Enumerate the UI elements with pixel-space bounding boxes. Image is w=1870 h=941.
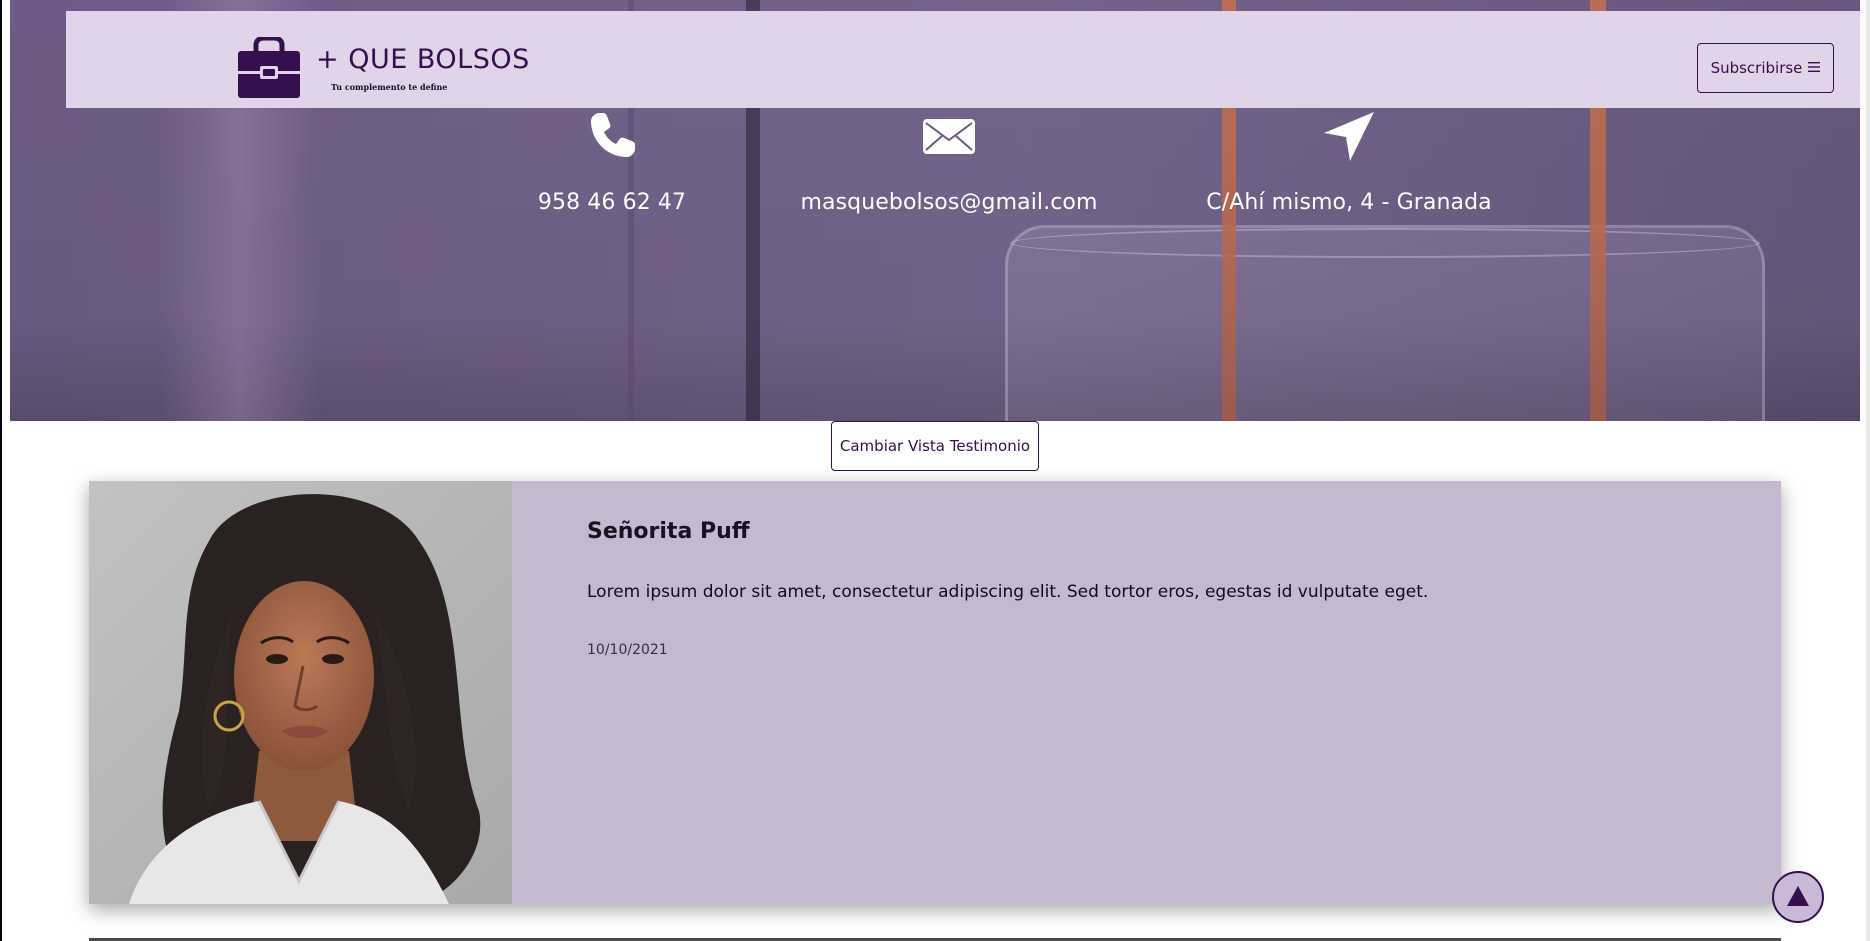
testimonial-photo [89, 481, 512, 904]
testimonial-quote: Lorem ipsum dolor sit amet, consectetur … [587, 582, 1429, 602]
testimonial-name: Señorita Puff [587, 519, 750, 544]
location-arrow-icon [1322, 110, 1376, 162]
subscribe-button-label: Subscribirse [1710, 59, 1803, 77]
contact-phone-text: 958 46 62 47 [537, 190, 687, 215]
phone-icon [585, 110, 639, 162]
testimonial-body: Señorita Puff Lorem ipsum dolor sit amet… [512, 481, 1428, 904]
toggle-testimonial-view-button[interactable]: Cambiar Vista Testimonio [831, 421, 1039, 471]
brand-tagline: Tu complemento te define [331, 82, 448, 92]
hamburger-icon [1808, 59, 1821, 77]
scrollbar-track[interactable] [1866, 0, 1870, 941]
brand-title[interactable]: + QUE BOLSOS [316, 44, 530, 75]
envelope-icon [922, 110, 976, 162]
page-left-edge [0, 0, 2, 941]
back-to-top-button[interactable] [1772, 871, 1824, 923]
up-arrow-icon [1786, 885, 1810, 910]
contact-address-text: C/Ahí mismo, 4 - Granada [1206, 190, 1492, 215]
contact-email-text[interactable]: masquebolsos@gmail.com [800, 190, 1097, 215]
testimonial-date: 10/10/2021 [587, 642, 668, 658]
site-header: + QUE BOLSOS Tu complemento te define Su… [66, 11, 1860, 108]
bag-icon[interactable] [236, 35, 302, 99]
testimonial-card: Señorita Puff Lorem ipsum dolor sit amet… [89, 481, 1781, 904]
subscribe-button[interactable]: Subscribirse [1697, 43, 1834, 93]
